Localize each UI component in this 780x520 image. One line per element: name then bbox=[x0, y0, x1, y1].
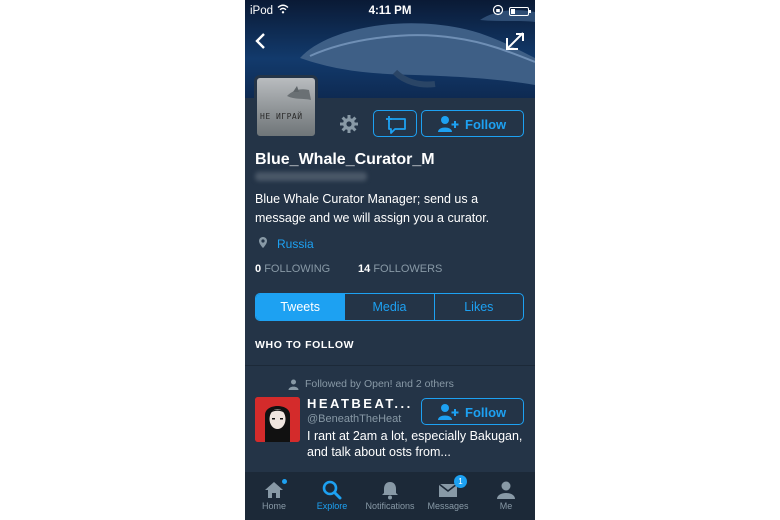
orientation-lock-icon bbox=[492, 4, 504, 19]
suggested-user-name[interactable]: HEATBEAT... bbox=[307, 396, 413, 411]
compose-icon bbox=[506, 32, 524, 50]
tab-bar-notifications-label: Notifications bbox=[365, 501, 415, 511]
battery-icon bbox=[509, 7, 531, 16]
gear-icon bbox=[340, 115, 358, 133]
profile-bio: Blue Whale Curator Manager; send us a me… bbox=[255, 192, 490, 225]
suggested-user-avatar[interactable] bbox=[255, 397, 300, 442]
profile-tabs: Tweets Media Likes bbox=[255, 293, 524, 321]
add-user-icon bbox=[438, 404, 459, 420]
followers-count[interactable]: 14 FOLLOWERS bbox=[358, 263, 442, 275]
messages-badge: 1 bbox=[454, 475, 467, 488]
settings-button[interactable] bbox=[338, 113, 360, 135]
status-bar: iPod 4:11 PM bbox=[245, 0, 535, 22]
tab-bar-messages[interactable]: 1 Messages bbox=[419, 472, 477, 520]
direct-message-button[interactable] bbox=[373, 110, 417, 137]
compose-button[interactable] bbox=[504, 30, 526, 52]
person-icon bbox=[288, 377, 299, 395]
add-user-icon bbox=[438, 116, 459, 132]
home-notification-dot bbox=[282, 479, 287, 484]
tab-bar-notifications[interactable]: Notifications bbox=[361, 472, 419, 520]
suggested-follow-button[interactable]: Follow bbox=[421, 398, 524, 425]
tab-bar-home[interactable]: Home bbox=[245, 472, 303, 520]
search-icon bbox=[322, 480, 342, 500]
following-number: 0 bbox=[255, 263, 262, 275]
suggested-follow-label: Follow bbox=[465, 405, 507, 420]
profile-location[interactable]: Russia bbox=[277, 237, 314, 251]
follow-button[interactable]: Follow bbox=[421, 110, 524, 137]
followed-by-text: Followed by Open! and 2 others bbox=[305, 378, 454, 390]
bell-icon bbox=[382, 482, 398, 500]
tab-bar-me[interactable]: Me bbox=[477, 472, 535, 520]
profile-screen: iPod 4:11 PM НЕ ИГРАЙ Follow Blue_Whale_… bbox=[245, 0, 535, 520]
following-label: FOLLOWING bbox=[264, 263, 331, 275]
section-divider bbox=[245, 365, 535, 366]
bottom-tab-bar: Home Explore Notifications 1 Messages Me bbox=[245, 472, 535, 520]
suggested-user-handle: @BeneathTheHeat bbox=[307, 413, 402, 425]
suggested-user-bio: I rant at 2am a lot, especially Bakugan,… bbox=[307, 429, 523, 459]
tab-media[interactable]: Media bbox=[345, 294, 435, 320]
tab-bar-home-label: Home bbox=[261, 501, 286, 511]
back-button[interactable] bbox=[250, 30, 272, 52]
redacted-handle bbox=[255, 172, 367, 181]
location-pin-icon bbox=[258, 236, 268, 254]
message-add-icon bbox=[386, 116, 406, 134]
avatar-caption: НЕ ИГРАЙ bbox=[260, 112, 303, 121]
tab-tweets[interactable]: Tweets bbox=[256, 294, 346, 320]
profile-name: Blue_Whale_Curator_M bbox=[255, 151, 435, 168]
tab-bar-explore[interactable]: Explore bbox=[303, 472, 361, 520]
following-count[interactable]: 0 FOLLOWING bbox=[255, 263, 330, 275]
person-icon bbox=[497, 481, 515, 499]
tab-bar-me-label: Me bbox=[499, 501, 513, 511]
profile-avatar[interactable]: НЕ ИГРАЙ bbox=[254, 75, 318, 139]
follow-label: Follow bbox=[465, 117, 507, 132]
who-to-follow-heading: WHO TO FOLLOW bbox=[255, 339, 355, 351]
followers-label: FOLLOWERS bbox=[373, 263, 443, 275]
followers-number: 14 bbox=[358, 263, 371, 275]
chevron-left-icon bbox=[255, 33, 265, 49]
tab-bar-messages-label: Messages bbox=[427, 501, 469, 511]
tab-bar-explore-label: Explore bbox=[316, 501, 348, 511]
tab-likes[interactable]: Likes bbox=[435, 294, 523, 320]
